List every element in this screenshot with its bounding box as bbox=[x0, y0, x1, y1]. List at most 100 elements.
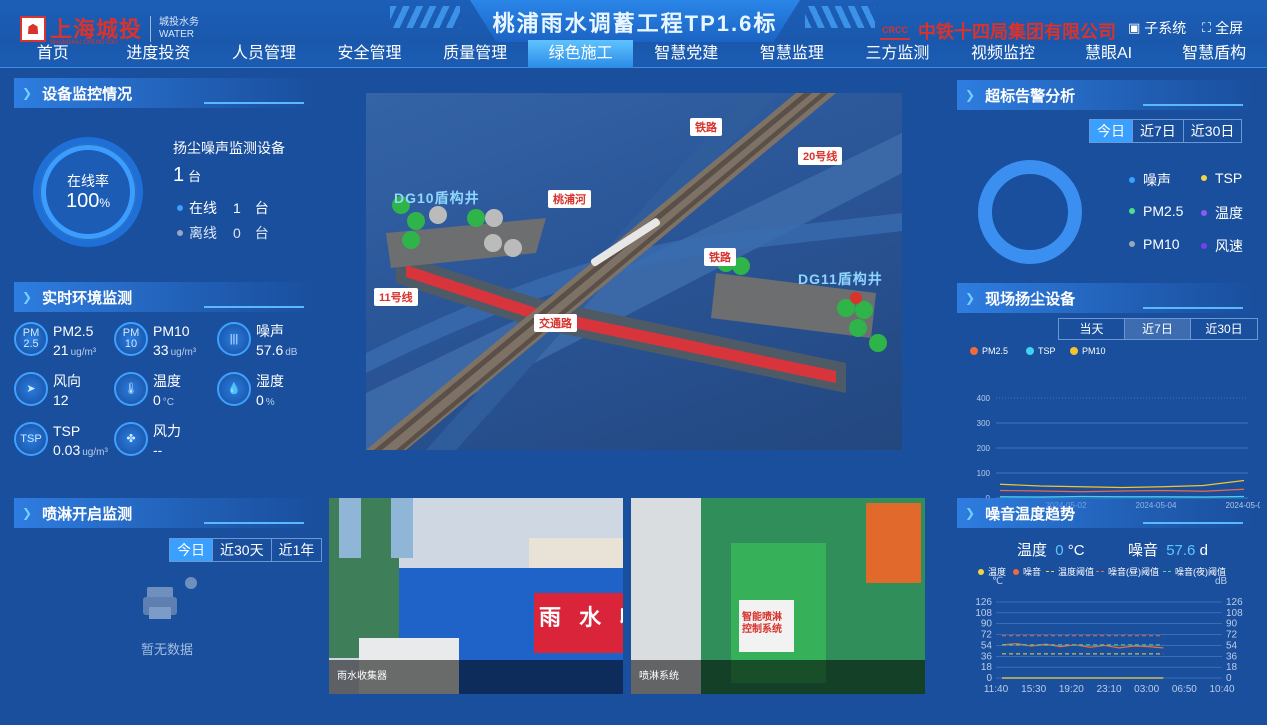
alarm-legend-item[interactable]: PM10 bbox=[1129, 236, 1180, 252]
tab-today[interactable]: 今日 bbox=[1090, 120, 1133, 142]
tab-7days[interactable]: 近7日 bbox=[1133, 120, 1184, 142]
nav-video[interactable]: 视频监控 bbox=[950, 40, 1056, 68]
alarm-legend-item[interactable]: 噪声 bbox=[1129, 170, 1171, 190]
nav-shield[interactable]: 智慧盾构 bbox=[1161, 40, 1267, 68]
online-dot bbox=[177, 205, 183, 211]
fullscreen-icon: ⛶ bbox=[1202, 20, 1212, 35]
dust-series-tsp bbox=[999, 495, 1245, 498]
online-rate-value: 100% bbox=[65, 190, 111, 212]
legend-marker bbox=[978, 568, 984, 575]
env-monitor-title: 实时环境监测 bbox=[42, 289, 133, 307]
noise-y-tick-right: 108 bbox=[1226, 608, 1243, 619]
nav-progress-investment[interactable]: 进度投资 bbox=[106, 40, 212, 68]
main-nav: 首页 进度投资 人员管理 安全管理 质量管理 绿色施工 智慧党建 智慧监理 三方… bbox=[0, 40, 1267, 68]
nav-personnel[interactable]: 人员管理 bbox=[211, 40, 317, 68]
no-data-text: 暂无数据 bbox=[141, 642, 194, 657]
legend-dot bbox=[1129, 177, 1135, 183]
tab-1year[interactable]: 近1年 bbox=[272, 539, 322, 561]
chevron-right-icon: ❯ bbox=[22, 506, 33, 520]
map-tag-taopu-river[interactable]: 桃浦河 bbox=[548, 190, 591, 208]
device-monitor-header: ❯ 设备监控情况 bbox=[14, 78, 314, 108]
fullscreen-label: 全屏 bbox=[1215, 20, 1244, 36]
env-item-name: 温度 bbox=[153, 373, 181, 389]
humidity-icon: 💧 bbox=[217, 372, 251, 406]
current-temperature: 温度 0 °C bbox=[1017, 542, 1085, 559]
left-axis-unit: ℃ bbox=[992, 576, 1004, 587]
map-tag-jiaotong-road[interactable]: 交通路 bbox=[534, 314, 577, 332]
nav-quality[interactable]: 质量管理 bbox=[422, 40, 528, 68]
alarm-legend-item[interactable]: 温度 bbox=[1201, 203, 1243, 223]
tab-today[interactable]: 当天 bbox=[1059, 319, 1125, 339]
noise-y-tick-left: 18 bbox=[981, 662, 993, 673]
tab-30days[interactable]: 近30天 bbox=[213, 539, 272, 561]
noise-y-tick-right: 90 bbox=[1226, 619, 1238, 630]
online-count: 在线 1 台 bbox=[177, 198, 269, 218]
dust-legend-item[interactable]: PM10 bbox=[1070, 346, 1106, 356]
noise-y-tick-left: 54 bbox=[981, 640, 993, 651]
right-axis-unit: dB bbox=[1215, 576, 1228, 587]
dust-y-tick: 100 bbox=[977, 469, 991, 478]
dust-series-pm10 bbox=[999, 479, 1245, 489]
noise-legend-item[interactable]: 温度阈值 bbox=[1046, 565, 1094, 578]
map-tag-line11[interactable]: 11号线 bbox=[374, 288, 418, 306]
noise-temp-title: 噪音温度趋势 bbox=[985, 505, 1076, 523]
spray-monitor-header: ❯ 喷淋开启监测 bbox=[14, 498, 314, 528]
map-label-dg11: DG11盾构井 bbox=[798, 271, 883, 287]
offline-dot bbox=[177, 230, 183, 236]
site-3d-map[interactable]: DG10盾构井 DG11盾构井 铁路 20号线 桃浦河 11号线 交通路 铁路 bbox=[366, 93, 902, 450]
nav-safety[interactable]: 安全管理 bbox=[317, 40, 423, 68]
photo-caption-spray-system: 喷淋系统 bbox=[631, 660, 925, 694]
env-item-value: 0 °C bbox=[153, 392, 175, 408]
env-item: 💧 湿度 0% bbox=[217, 372, 284, 413]
noise-temp-line-chart: 0 018 1836 3654 5472 7290 90108 108126 12611:40 1… bbox=[975, 597, 1243, 695]
legend-marker bbox=[1046, 571, 1054, 572]
env-item: TSP TSP 0.03 ug/m³ bbox=[14, 422, 108, 463]
map-tag-line20[interactable]: 20号线 bbox=[798, 147, 843, 165]
noise-x-tick: 10:40 bbox=[1209, 684, 1234, 695]
subsystem-button[interactable]: ▣ 子系统 bbox=[1128, 18, 1186, 38]
tab-30days[interactable]: 近30日 bbox=[1191, 319, 1257, 339]
dust-line-chart: 01002003004002024-05-022024-05-042024-05… bbox=[977, 394, 1260, 510]
noise-legend-item[interactable]: 噪音(昼)阈值 bbox=[1096, 565, 1159, 578]
noise-legend-item[interactable]: 噪音 bbox=[1013, 565, 1041, 578]
alarm-legend-item[interactable]: TSP bbox=[1201, 170, 1242, 186]
pm10-icon: PM 10 bbox=[114, 322, 148, 356]
top-header: ☗ 上海城投 SHANGHAI CHENGTOU 城投水务 WATER 桃浦雨水… bbox=[0, 0, 1267, 68]
noise-x-tick: 19:20 bbox=[1059, 684, 1084, 695]
noise-y-tick-right: 18 bbox=[1226, 662, 1238, 673]
noise-temp-header: ❯ 噪音温度趋势 bbox=[957, 498, 1253, 528]
alarm-title: 超标告警分析 bbox=[985, 87, 1076, 105]
legend-dot bbox=[1070, 347, 1078, 355]
alarm-legend-item[interactable]: 风速 bbox=[1201, 236, 1243, 256]
map-tag-railway-2[interactable]: 铁路 bbox=[704, 248, 736, 266]
nav-third-party[interactable]: 三方监测 bbox=[845, 40, 951, 68]
tsp-icon: TSP bbox=[14, 422, 48, 456]
dust-legend-item[interactable]: PM2.5 bbox=[970, 346, 1008, 356]
tab-today[interactable]: 今日 bbox=[170, 539, 213, 561]
nav-green-construction[interactable]: 绿色施工 bbox=[527, 40, 634, 68]
map-tag-railway[interactable]: 铁路 bbox=[690, 118, 722, 136]
legend-dot bbox=[1129, 241, 1135, 247]
alarm-legend-item[interactable]: PM2.5 bbox=[1129, 203, 1183, 219]
env-item-value: 33 ug/m³ bbox=[153, 342, 197, 358]
alarm-header: ❯ 超标告警分析 bbox=[957, 80, 1253, 110]
nav-supervision[interactable]: 智慧监理 bbox=[739, 40, 845, 68]
dust-legend-item[interactable]: TSP bbox=[1026, 346, 1056, 356]
fullscreen-button[interactable]: ⛶ 全屏 bbox=[1202, 18, 1243, 38]
tab-30days[interactable]: 近30日 bbox=[1184, 120, 1242, 142]
nav-party-building[interactable]: 智慧党建 bbox=[633, 40, 739, 68]
nav-ai[interactable]: 慧眼AI bbox=[1056, 40, 1162, 68]
legend-marker bbox=[1096, 571, 1104, 572]
online-rate-label: 在线率 bbox=[67, 173, 109, 189]
legend-marker bbox=[1013, 568, 1019, 575]
photo-spray-system[interactable]: 智能喷淋 控制系统 喷淋系统 bbox=[631, 498, 925, 694]
photo-rain-collector[interactable]: 雨 水 收 集 雨水收集器 bbox=[329, 498, 623, 694]
spray-monitor-title: 喷淋开启监测 bbox=[42, 505, 133, 523]
dust-device-title: 现场扬尘设备 bbox=[985, 290, 1076, 308]
nav-home[interactable]: 首页 bbox=[0, 40, 106, 68]
tab-7days[interactable]: 近7日 bbox=[1125, 319, 1191, 339]
spray-range-tabs: 今日 近30天 近1年 bbox=[169, 538, 323, 562]
noise-y-tick-left: 36 bbox=[981, 651, 993, 662]
crcc-logo-icon: CRCC bbox=[880, 22, 910, 40]
thermometer-icon: 🌡 bbox=[114, 372, 148, 406]
